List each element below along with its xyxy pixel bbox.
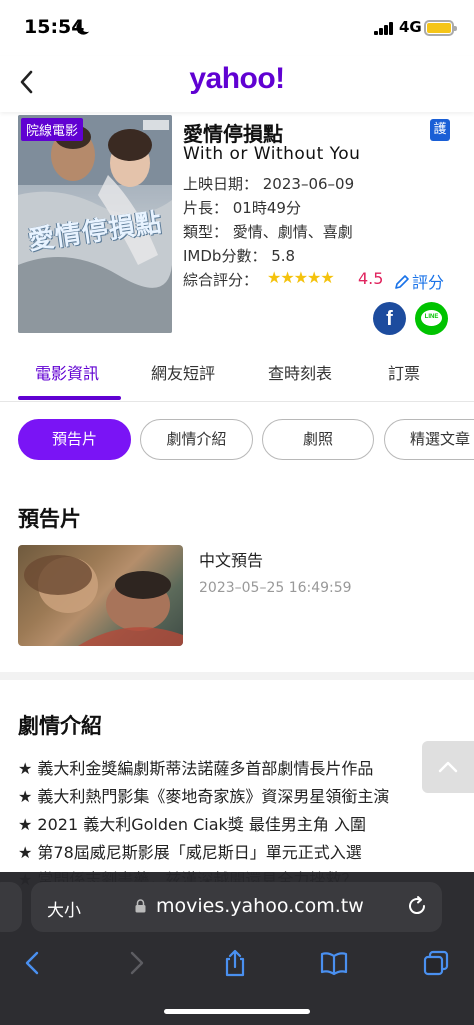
tab-tickets[interactable]: 訂票 (388, 360, 420, 384)
facebook-share-button[interactable]: f (373, 302, 406, 335)
movie-poster[interactable]: 院線電影 愛情停損點 (18, 115, 172, 333)
site-header: yahoo! (0, 56, 474, 112)
scroll-to-top-button[interactable] (422, 741, 474, 793)
rating-label: 綜合評分： (183, 271, 259, 289)
battery-icon (424, 20, 457, 36)
pencil-icon (395, 275, 409, 289)
line-label: LINE (424, 314, 439, 320)
trailer-item-title[interactable]: 中文預告 (199, 547, 263, 571)
chevron-up-icon (438, 761, 458, 773)
tab-movie-info[interactable]: 電影資訊 (35, 360, 99, 384)
url-text[interactable]: movies.yahoo.com.tw (156, 895, 364, 917)
pill-synopsis[interactable]: 劇情介紹 (140, 419, 253, 460)
runtime: 片長： 01時49分 (183, 199, 301, 217)
rating-classification-badge: 護 (430, 119, 450, 141)
plot-line: ★ 2021 義大利Golden Ciak獎 最佳男主角 入圍 (18, 815, 366, 834)
section-divider (0, 672, 474, 680)
pill-articles[interactable]: 精選文章 (384, 419, 474, 460)
plot-line: ★ 義大利熱門影集《麥地奇家族》資深男星領銜主演 (18, 787, 390, 806)
lock-icon (135, 899, 146, 913)
forward-arrow-icon[interactable] (121, 948, 151, 978)
home-indicator (164, 1009, 310, 1014)
previous-tab-preview[interactable] (0, 882, 22, 932)
movie-title-en: With or Without You (183, 144, 361, 164)
back-arrow-icon[interactable] (18, 948, 48, 978)
tab-showtimes[interactable]: 查時刻表 (268, 360, 332, 384)
overall-rating: 綜合評分： ★★★★★ 4.5 評分 (183, 268, 463, 293)
movie-title-zh: 愛情停損點 (183, 122, 283, 146)
genre: 類型： 愛情、劇情、喜劇 (183, 223, 353, 241)
reload-icon[interactable] (405, 894, 429, 918)
rating-value: 4.5 (358, 269, 384, 288)
bookmarks-icon[interactable] (319, 948, 349, 978)
tab-user-reviews[interactable]: 網友短評 (151, 360, 215, 384)
network-type: 4G (399, 18, 422, 36)
cellular-signal-icon (374, 22, 394, 35)
rate-button-label: 評分 (412, 273, 445, 292)
tabs-icon[interactable] (421, 948, 451, 978)
trailer-thumbnail[interactable] (18, 545, 183, 646)
status-time: 15:54 (24, 16, 85, 38)
plot-line: ★ 義大利金獎編劇斯蒂法諾薩多首部劇情長片作品 (18, 759, 374, 778)
trailer-section-title: 預告片 (18, 507, 81, 531)
plot-line: ★ 第78屆威尼斯影展「威尼斯日」單元正式入選 (18, 843, 362, 862)
trailer-item-date: 2023–05–25 16:49:59 (199, 580, 352, 596)
trailer-thumbnail-image (24, 555, 183, 646)
rate-button[interactable]: 評分 (394, 269, 444, 293)
pill-stills[interactable]: 劇照 (262, 419, 374, 460)
yahoo-logo[interactable]: yahoo! (0, 62, 474, 96)
movie-tabs: 電影資訊 網友短評 查時刻表 訂票 (0, 350, 474, 402)
imdb-score: IMDb分數： 5.8 (183, 247, 296, 265)
poster-category-badge: 院線電影 (21, 118, 84, 141)
plot-section-title: 劇情介紹 (18, 714, 102, 738)
line-share-button[interactable]: LINE (415, 302, 448, 335)
share-icon[interactable] (220, 948, 250, 978)
text-size-button[interactable]: 大小 (47, 896, 81, 921)
release-date: 上映日期： 2023–06–09 (183, 175, 355, 193)
active-tab-indicator (18, 396, 121, 400)
status-bar: 15:54 4G (0, 0, 474, 56)
rating-stars: ★★★★★ (267, 268, 335, 287)
pill-trailer[interactable]: 預告片 (18, 419, 131, 460)
address-bar[interactable]: 大小 movies.yahoo.com.tw (31, 882, 442, 932)
